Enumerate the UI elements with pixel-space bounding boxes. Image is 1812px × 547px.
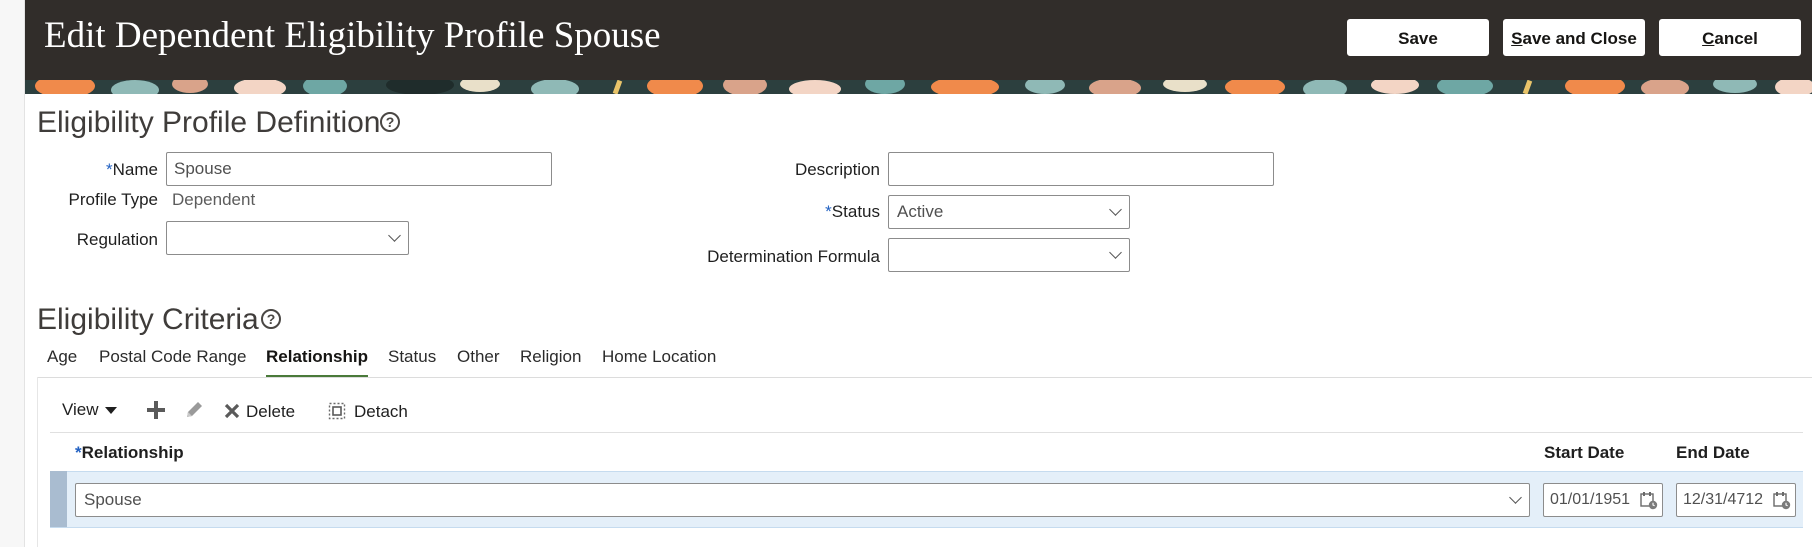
caret-down-icon (104, 407, 117, 415)
x-icon (224, 403, 240, 419)
name-label-text: Name (112, 160, 158, 179)
determination-formula-label: Determination Formula (707, 247, 880, 266)
chevron-down-icon (1109, 246, 1122, 259)
status-label-text: Status (831, 202, 880, 221)
column-header-end-date[interactable]: End Date (1676, 443, 1750, 463)
relationship-value: Spouse (84, 490, 142, 509)
name-input[interactable]: Spouse (166, 152, 552, 186)
column-header-relationship[interactable]: *Relationship (75, 443, 184, 463)
detach-icon (328, 402, 346, 420)
column-header-relationship-label: Relationship (81, 443, 184, 462)
tab-age[interactable]: Age (47, 340, 77, 378)
status-required-marker: * (825, 202, 832, 221)
chevron-down-icon (1109, 203, 1122, 216)
save-button[interactable]: Save (1347, 19, 1489, 56)
criteria-section-title: Eligibility Criteria (37, 303, 259, 336)
detach-label: Detach (354, 402, 408, 421)
page-header: Edit Dependent Eligibility Profile Spous… (25, 0, 1812, 80)
definition-help-icon[interactable]: ? (380, 112, 400, 132)
end-date-value: 12/31/4712 (1683, 491, 1764, 508)
chevron-down-icon (1509, 491, 1522, 504)
end-date-input[interactable]: 12/31/4712 (1676, 483, 1796, 517)
tab-home-location[interactable]: Home Location (602, 340, 716, 378)
save-and-close-label: ave and Close (1522, 29, 1637, 48)
status-label: *Status (680, 202, 880, 222)
tab-status[interactable]: Status (388, 340, 436, 378)
tab-relationship[interactable]: Relationship (266, 340, 369, 378)
view-menu[interactable]: View (62, 400, 117, 420)
grid-header-divider (50, 432, 1803, 433)
description-label: Description (794, 160, 880, 179)
delete-label: Delete (246, 402, 296, 421)
chevron-down-icon (388, 229, 401, 242)
cancel-button[interactable]: Cancel (1659, 19, 1801, 56)
plus-icon[interactable] (147, 401, 165, 419)
profile-type-label: Profile Type (68, 190, 158, 209)
relationship-required-marker: * (75, 443, 82, 462)
pencil-icon[interactable] (184, 400, 204, 420)
name-required-marker: * (106, 160, 113, 179)
determination-formula-select[interactable] (888, 238, 1130, 272)
regulation-select[interactable] (166, 221, 409, 255)
cancel-mnemonic: C (1702, 29, 1715, 48)
calendar-icon[interactable] (1640, 492, 1658, 510)
column-header-start-date[interactable]: Start Date (1544, 443, 1624, 463)
page-title: Edit Dependent Eligibility Profile Spous… (44, 15, 661, 56)
status-value: Active (897, 202, 944, 221)
decorative-banner (25, 80, 1812, 94)
start-date-value: 01/01/1951 (1550, 491, 1631, 508)
save-and-close-button[interactable]: Save and Close (1503, 19, 1645, 56)
relationship-select[interactable]: Spouse (75, 483, 1530, 517)
profile-type-value: Dependent (172, 190, 256, 209)
status-select[interactable]: Active (888, 195, 1130, 229)
description-input[interactable] (888, 152, 1274, 186)
detach-button[interactable]: Detach (328, 402, 408, 422)
left-rail (0, 0, 25, 547)
tab-religion[interactable]: Religion (520, 340, 581, 378)
cancel-label: ancel (1714, 29, 1758, 48)
criteria-help-icon[interactable]: ? (261, 309, 281, 329)
tab-divider (37, 377, 1812, 378)
panel-border (37, 377, 38, 547)
delete-button[interactable]: Delete (224, 402, 295, 422)
banner-pattern-icon (25, 80, 1812, 94)
start-date-input[interactable]: 01/01/1951 (1543, 483, 1663, 517)
regulation-label: Regulation (76, 230, 158, 249)
tab-postal-code-range[interactable]: Postal Code Range (99, 340, 246, 378)
name-label: *Name (60, 160, 158, 180)
save-and-close-mnemonic: S (1511, 29, 1523, 48)
calendar-icon[interactable] (1773, 492, 1791, 510)
view-menu-label: View (62, 400, 99, 419)
tab-other[interactable]: Other (457, 340, 500, 378)
row-selection-marker (50, 471, 67, 527)
definition-section-title: Eligibility Profile Definition (37, 106, 381, 139)
